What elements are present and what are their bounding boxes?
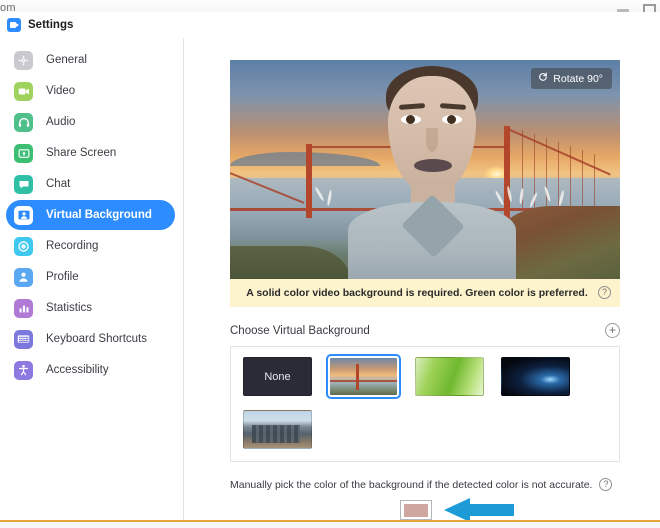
video-preview: Rotate 90° [230, 60, 620, 279]
virtual-background-panel: Rotate 90° A solid color video backgroun… [184, 38, 660, 520]
sidebar-item-share-screen[interactable]: Share Screen [6, 138, 175, 168]
background-thumbnail-grass[interactable] [415, 357, 484, 396]
zoom-logo-icon [7, 18, 21, 32]
record-circle-icon [14, 236, 33, 256]
sidebar-item-label: Keyboard Shortcuts [46, 333, 148, 345]
green-screen-warning-banner: A solid color video background is requir… [230, 279, 620, 307]
sidebar-item-label: Recording [46, 240, 99, 252]
sidebar-item-label: Accessibility [46, 364, 109, 376]
person-pupil-right [447, 115, 456, 124]
color-swatch-row [230, 498, 620, 520]
preview-suspender [594, 154, 595, 208]
background-thumbnail-city[interactable] [243, 410, 312, 449]
sidebar-item-label: Chat [46, 178, 71, 190]
sidebar-item-label: Video [46, 85, 76, 97]
sidebar-item-recording[interactable]: Recording [6, 231, 175, 261]
sidebar-item-label: Share Screen [46, 147, 117, 159]
sidebar-item-audio[interactable]: Audio [6, 107, 175, 137]
keyboard-icon [14, 329, 33, 349]
chat-bubble-icon [14, 174, 33, 194]
accessibility-icon [14, 360, 33, 380]
sidebar-item-video[interactable]: Video [6, 76, 175, 106]
share-screen-icon [14, 143, 33, 163]
settings-titlebar: Settings [0, 12, 660, 38]
manual-color-row: Manually pick the color of the backgroun… [230, 478, 620, 491]
screen-root: om Settings General Video Audio Share Sc… [0, 0, 660, 528]
preview-suspender [570, 146, 571, 208]
choose-background-header: Choose Virtual Background + [230, 323, 620, 338]
sidebar-item-keyboard-shortcuts[interactable]: Keyboard Shortcuts [6, 324, 175, 354]
sidebar-item-label: Statistics [46, 302, 93, 314]
sidebar-item-virtual-background[interactable]: Virtual Background [6, 200, 175, 230]
rotate-90-label: Rotate 90° [553, 72, 603, 85]
thumbnail-label: None [264, 370, 291, 383]
page-title: Settings [28, 19, 74, 31]
swatch-fill [404, 503, 428, 517]
sidebar-item-accessibility[interactable]: Accessibility [6, 355, 175, 385]
sidebar-item-label: Audio [46, 116, 76, 128]
sidebar-item-profile[interactable]: Profile [6, 262, 175, 292]
sidebar-item-general[interactable]: General [6, 45, 175, 75]
settings-body: General Video Audio Share Screen Chat Vi… [0, 38, 660, 520]
sidebar-item-statistics[interactable]: Statistics [6, 293, 175, 323]
warning-text: A solid color video background is requir… [246, 287, 588, 299]
background-color-swatch[interactable] [400, 500, 432, 520]
rotate-90-button[interactable]: Rotate 90° [531, 68, 612, 89]
person-card-icon [14, 205, 33, 225]
help-circle-icon[interactable]: ? [598, 286, 611, 299]
video-camera-icon [14, 81, 33, 101]
help-circle-icon[interactable]: ? [599, 478, 613, 491]
headphones-icon [14, 112, 33, 132]
person-lips [414, 159, 452, 172]
video-preview-wrap: Rotate 90° A solid color video backgroun… [230, 60, 620, 307]
preview-bridge-tower-left [306, 144, 312, 218]
settings-window: Settings General Video Audio Share Scree… [0, 12, 660, 522]
sidebar-item-chat[interactable]: Chat [6, 169, 175, 199]
rotate-icon [538, 72, 548, 85]
settings-sidebar: General Video Audio Share Screen Chat Vi… [0, 38, 184, 520]
preview-suspender [582, 150, 583, 208]
person-icon [14, 267, 33, 287]
sidebar-item-label: Profile [46, 271, 79, 283]
manual-color-label: Manually pick the color of the backgroun… [230, 478, 593, 491]
person-nose [426, 128, 438, 152]
bar-chart-icon [14, 298, 33, 318]
person-silhouette [348, 66, 516, 279]
plus-circle-icon[interactable]: + [605, 323, 620, 338]
background-thumbnail-space[interactable] [501, 357, 570, 396]
gear-icon [14, 50, 33, 70]
background-thumbnail-bridge[interactable] [326, 354, 401, 399]
background-thumbnail-none[interactable]: None [243, 357, 312, 396]
sidebar-item-label: General [46, 54, 87, 66]
virtual-background-grid: None [230, 346, 620, 462]
choose-background-label: Choose Virtual Background [230, 324, 370, 337]
sidebar-item-label: Virtual Background [46, 209, 152, 221]
person-pupil-left [406, 115, 415, 124]
annotation-arrow-icon [444, 498, 514, 520]
